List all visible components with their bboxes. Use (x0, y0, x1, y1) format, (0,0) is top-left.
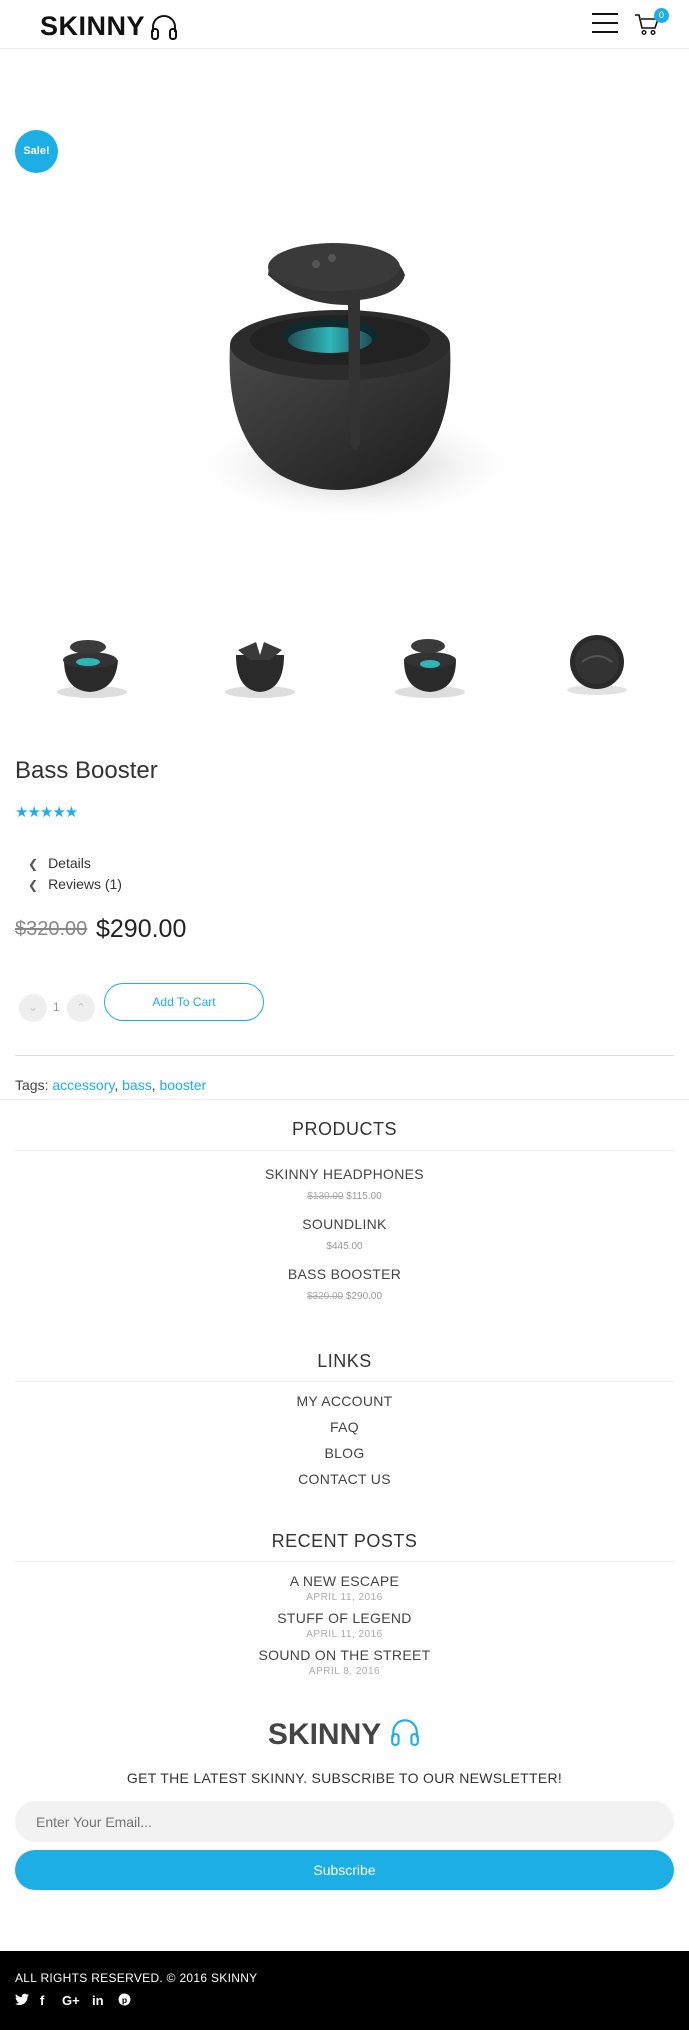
google-plus-icon[interactable]: G+ (62, 1993, 80, 2008)
quantity-decrease-button[interactable]: ⌄ (19, 994, 47, 1022)
facebook-icon[interactable]: f (40, 1993, 44, 2008)
site-header: SKINNY 0 (0, 0, 689, 49)
recent-posts-title: RECENT POSTS (271, 1531, 418, 1551)
product-thumbnails (0, 620, 689, 710)
post-link[interactable]: SOUND ON THE STREET (0, 1647, 689, 1663)
product-price: $445.00 (326, 1241, 363, 1252)
quantity-value[interactable]: 1 (53, 1000, 60, 1014)
thumbnail-3[interactable] (370, 620, 490, 710)
product-price: $130.00 $115.00 (307, 1191, 382, 1202)
footer-logo-text: SKINNY (267, 1718, 381, 1751)
post-link[interactable]: STUFF OF LEGEND (0, 1610, 689, 1626)
subscribe-button[interactable]: Subscribe (15, 1850, 674, 1890)
thumbnail-2[interactable] (200, 620, 320, 710)
quantity-increase-button[interactable]: ⌃ (67, 994, 95, 1022)
products-widget-title: PRODUCTS (291, 1119, 397, 1139)
hamburger-menu-icon[interactable] (592, 13, 618, 35)
tag-link[interactable]: bass (122, 1077, 152, 1093)
rating-stars: ★★★★★ (15, 804, 78, 821)
tags-label: Tags: (15, 1077, 49, 1093)
logo-text: SKINNY (40, 11, 146, 41)
tag-link[interactable]: booster (159, 1077, 206, 1093)
product-main-image[interactable] (120, 200, 570, 600)
site-logo[interactable]: SKINNY (40, 11, 179, 42)
chevron-left-icon: ❮ (28, 857, 39, 871)
post-link[interactable]: A NEW ESCAPE (0, 1573, 689, 1589)
footer-link-contact-us[interactable]: CONTACT US (0, 1471, 689, 1487)
thumbnail-4[interactable] (537, 620, 657, 710)
divider (15, 1150, 674, 1151)
email-input[interactable] (15, 1801, 674, 1842)
svg-text:p: p (122, 1995, 127, 2005)
divider (15, 1381, 674, 1382)
twitter-icon[interactable] (15, 1993, 29, 2009)
chevron-left-icon: ❮ (28, 878, 39, 892)
post-date: APRIL 11, 2016 (306, 1592, 383, 1603)
divider (15, 1055, 674, 1056)
add-to-cart-button[interactable]: Add To Cart (104, 983, 264, 1021)
footer-link-faq[interactable]: FAQ (0, 1419, 689, 1435)
product-price: $320.00 $290.00 (306, 1291, 383, 1302)
headphones-icon (391, 1719, 419, 1746)
price-current: $290.00 (96, 915, 187, 943)
product-tags: Tags: accessory, bass, booster (15, 1077, 207, 1093)
footer-link-my-account[interactable]: MY ACCOUNT (0, 1393, 689, 1409)
footer-logo[interactable]: SKINNY (0, 1716, 689, 1752)
headphones-icon (151, 14, 178, 40)
tab-reviews-label: Reviews (1) (48, 876, 122, 892)
copyright-text: ALL RIGHTS RESERVED. © 2016 SKINNY (15, 1971, 258, 1985)
links-widget-title: LINKS (317, 1351, 372, 1371)
thumbnail-1[interactable] (30, 620, 150, 710)
pinterest-icon[interactable]: p (118, 1993, 131, 2009)
newsletter-text: GET THE LATEST SKINNY. SUBSCRIBE TO OUR … (126, 1770, 563, 1786)
sale-badge: Sale! (15, 130, 58, 173)
product-link[interactable]: BASS BOOSTER (0, 1266, 689, 1282)
divider (15, 1561, 674, 1562)
product-link[interactable]: SOUNDLINK (0, 1216, 689, 1232)
footer-link-blog[interactable]: BLOG (0, 1445, 689, 1461)
tab-reviews[interactable]: ❮ Reviews (1) (28, 876, 122, 892)
tag-link[interactable]: accessory (52, 1077, 114, 1093)
post-date: APRIL 11, 2016 (306, 1629, 383, 1640)
tab-details[interactable]: ❮ Details (28, 855, 91, 871)
footer-bar (0, 1951, 689, 2030)
post-date: APRIL 8, 2016 (308, 1666, 381, 1677)
linkedin-icon[interactable]: in (92, 1993, 104, 2008)
cart-count-badge: 0 (654, 8, 669, 23)
tab-details-label: Details (48, 855, 91, 871)
product-title: Bass Booster (15, 757, 158, 784)
price-old: $320.00 (15, 918, 88, 940)
product-link[interactable]: SKINNY HEADPHONES (0, 1166, 689, 1182)
divider (0, 1099, 689, 1100)
